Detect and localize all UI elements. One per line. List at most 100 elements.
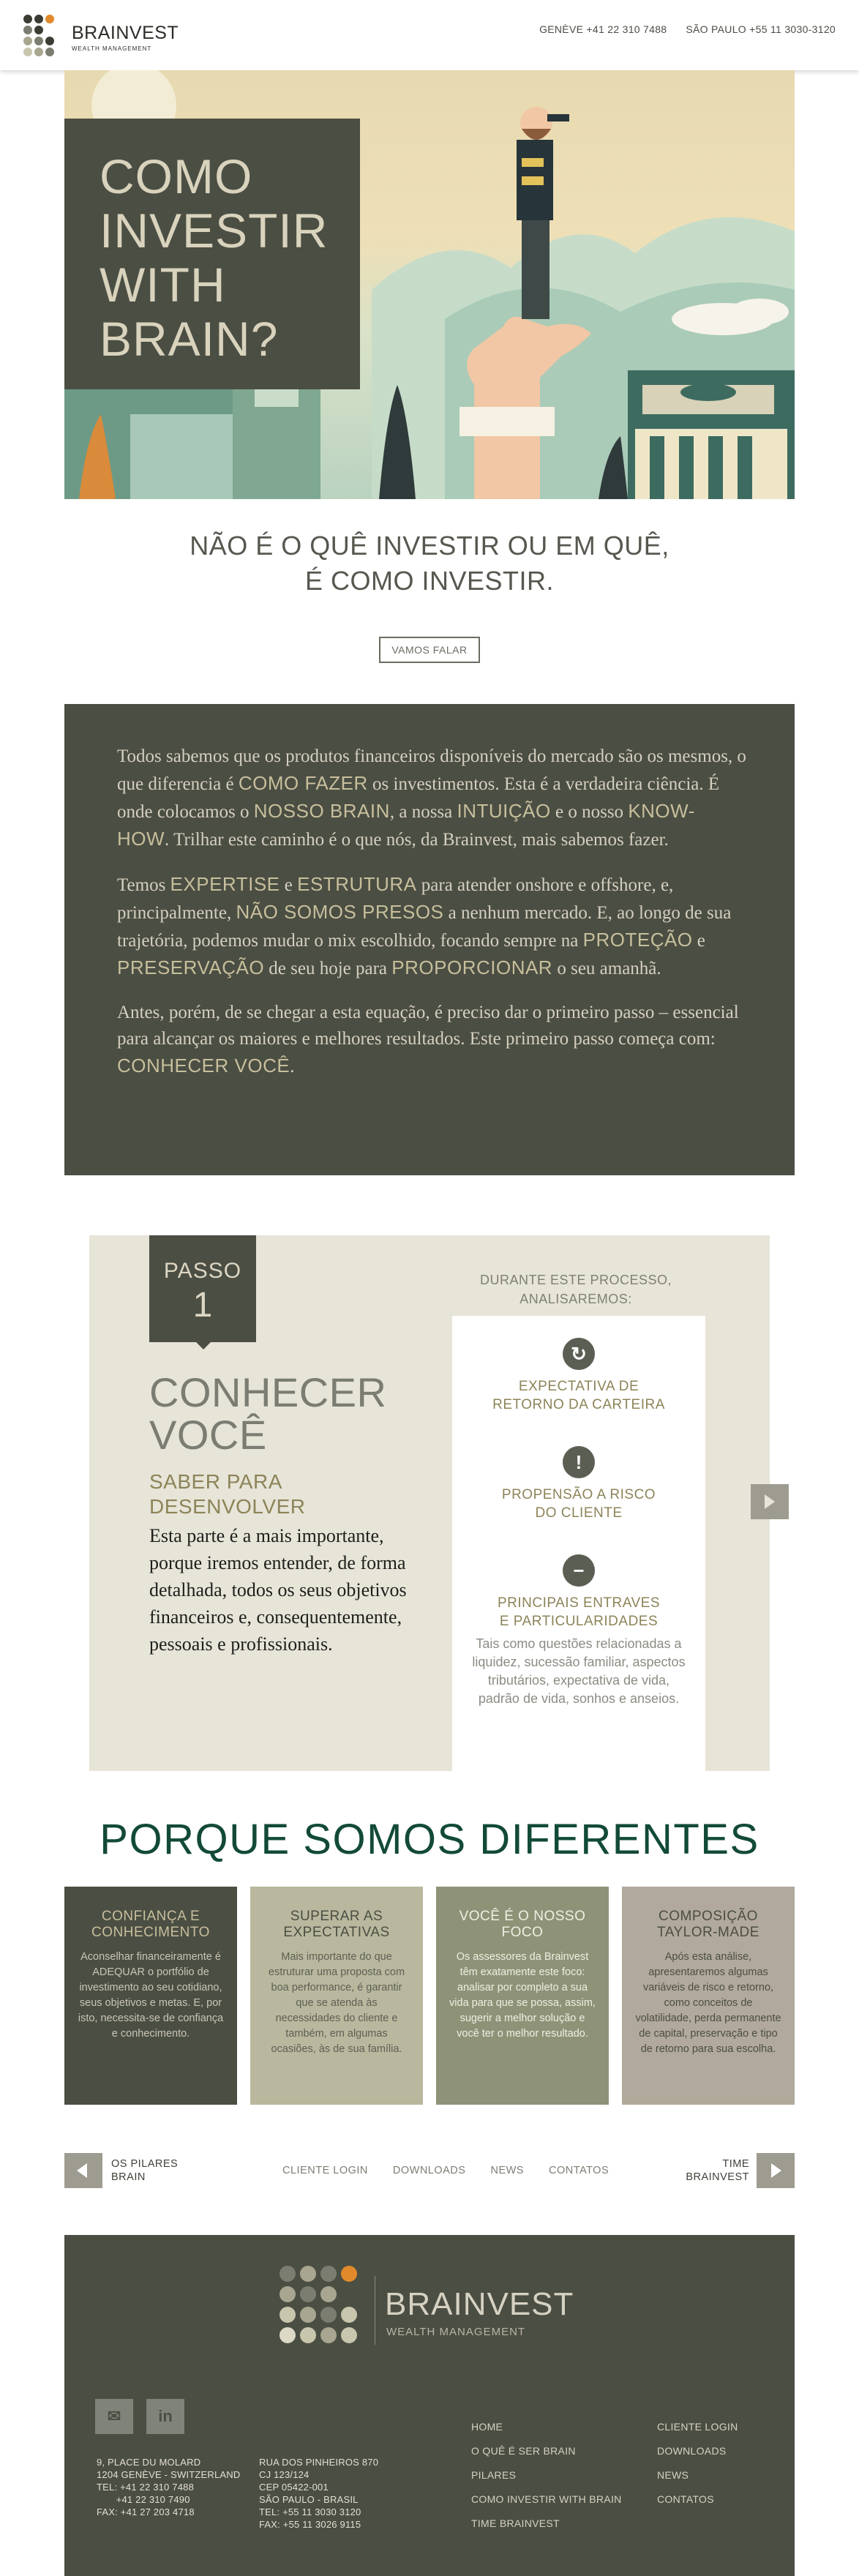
address-geneve: 9, PLACE DU MOLARD 1204 GENÈVE - SWITZER… xyxy=(97,2456,240,2518)
diferencial-card-description: Aconselhar financeiramente é ADEQUAR o p… xyxy=(78,1951,224,2040)
step-carousel: PASSO 1 CONHECER VOCÊ SABER PARA DESENVO… xyxy=(89,1235,770,1771)
address-line: CJ 123/124 xyxy=(259,2469,310,2480)
analysis-card: ↻ EXPECTATIVA DE RETORNO DA CARTEIRA ! P… xyxy=(452,1316,705,1771)
philosophy-text-block: Todos sabemos que os produtos financeiro… xyxy=(64,704,795,1175)
intro-statement: NÃO É O QUÊ INVESTIR OU EM QUÊ, É COMO I… xyxy=(0,528,859,599)
feature-title-line-2: RETORNO DA CARTEIRA xyxy=(492,1397,665,1412)
footer-link-como-investir[interactable]: COMO INVESTIR WITH BRAIN xyxy=(471,2487,622,2512)
prev-page-label-line-2: BRAIN xyxy=(111,2171,146,2183)
analysis-heading-line-1: DURANTE ESTE PROCESSO, xyxy=(479,1273,672,1287)
paragraph-3: Antes, porém, de se chegar a esta equaçã… xyxy=(117,1000,746,1080)
address-line: RUA DOS PINHEIROS 870 xyxy=(259,2457,379,2468)
feature-title-line-1: EXPECTATIVA DE xyxy=(518,1379,639,1394)
footer-link-time-brainvest[interactable]: TIME BRAINVEST xyxy=(471,2512,622,2536)
page-nav-links: CLIENTE LOGIN DOWNLOADS NEWS CONTATOS xyxy=(282,2165,609,2176)
p1-text-i: . Trilhar este caminho é o que nós, da B… xyxy=(165,830,669,850)
logo-mark-icon xyxy=(23,15,64,60)
brand-name: BRAINVEST xyxy=(72,23,179,43)
analysis-heading-line-2: ANALISAREMOS: xyxy=(519,1292,632,1306)
footer-link-news[interactable]: NEWS xyxy=(657,2463,738,2487)
footer-link-contatos[interactable]: CONTATOS xyxy=(657,2487,738,2512)
diferencial-card: SUPERAR AS EXPECTATIVAS Mais importante d… xyxy=(250,1887,423,2105)
footer-link-home[interactable]: HOME xyxy=(471,2415,622,2439)
analysis-heading: DURANTE ESTE PROCESSO, ANALISAREMOS: xyxy=(448,1270,704,1308)
intro-line-2: É COMO INVESTIR. xyxy=(304,566,555,596)
address-line: CEP 05422-001 xyxy=(259,2482,329,2493)
vamos-falar-button[interactable]: VAMOS FALAR xyxy=(379,637,480,663)
p2-highlight-nao-somos-presos: NÃO SOMOS PRESOS xyxy=(236,901,444,923)
footer-brand-name: BRAINVEST xyxy=(385,2286,574,2322)
next-page-button[interactable] xyxy=(757,2153,795,2188)
next-page-label-line-2: BRAINVEST xyxy=(686,2171,749,2183)
nav-link-news[interactable]: NEWS xyxy=(490,2165,524,2176)
footer-link-ser-brain[interactable]: O QUÊ É SER BRAIN xyxy=(471,2439,622,2463)
brand-logo[interactable]: BRAINVEST WEALTH MANAGEMENT xyxy=(23,15,179,60)
p2-text-a: Temos xyxy=(117,875,170,895)
step-subtitle-line-2: DESENVOLVER xyxy=(149,1495,306,1518)
step-badge-pointer xyxy=(196,1342,211,1349)
footer-link-cliente-login[interactable]: CLIENTE LOGIN xyxy=(657,2415,738,2439)
p2-highlight-expertise: EXPERTISE xyxy=(170,873,280,895)
diferencial-card-description: Mais importante do que estruturar uma pr… xyxy=(268,1951,405,2055)
address-line: 9, PLACE DU MOLARD xyxy=(97,2457,201,2468)
p1-text-e: , a nossa xyxy=(389,802,457,822)
diferencial-card-title: SUPERAR AS EXPECTATIVAS xyxy=(283,1909,390,1940)
address-line: TEL: +41 22 310 7488 xyxy=(97,2482,195,2493)
p2-highlight-proporcionar: PROPORCIONAR xyxy=(391,956,553,978)
footer-links-col-2: CLIENTE LOGIN DOWNLOADS NEWS CONTATOS xyxy=(657,2415,738,2512)
footer-link-downloads[interactable]: DOWNLOADS xyxy=(657,2439,738,2463)
p2-highlight-protecao: PROTEÇÃO xyxy=(582,929,693,951)
nav-link-cliente-login[interactable]: CLIENTE LOGIN xyxy=(282,2165,368,2176)
next-page-label-line-1: TIME xyxy=(722,2158,749,2170)
hero-title-box: COMO INVESTIR WITH BRAIN? xyxy=(64,119,360,389)
diferencial-card-title: CONFIANÇA E CONHECIMENTO xyxy=(91,1909,210,1940)
phone-geneve[interactable]: GENÈVE +41 22 310 7488 xyxy=(539,23,667,35)
feature-expectativa: ↻ EXPECTATIVA DE RETORNO DA CARTEIRA xyxy=(452,1338,705,1414)
diferencial-card-title: VOCÊ É O NOSSO FOCO xyxy=(459,1909,586,1940)
p2-text-m: o seu amanhã. xyxy=(552,959,661,978)
step-title-line-1: CONHECER xyxy=(149,1369,387,1415)
prev-page-button[interactable] xyxy=(64,2153,102,2188)
brand-subtitle: WEALTH MANAGEMENT xyxy=(72,45,152,52)
step-title-line-2: VOCÊ xyxy=(149,1412,267,1458)
feature-title-line-2: DO CLIENTE xyxy=(535,1505,623,1521)
footer-brand-subtitle: WEALTH MANAGEMENT xyxy=(386,2326,526,2338)
carousel-next-button[interactable] xyxy=(751,1484,789,1519)
p3-highlight-conhecer-voce: CONHECER VOCÊ xyxy=(117,1055,290,1077)
intro-line-1: NÃO É O QUÊ INVESTIR OU EM QUÊ, xyxy=(190,531,669,561)
paragraph-1: Todos sabemos que os produtos financeiro… xyxy=(117,744,746,853)
feature-description: Tais como questões relacionadas a liquid… xyxy=(472,1636,686,1706)
prev-page-label-line-1: OS PILARES xyxy=(111,2158,179,2170)
p1-text-g: e o nosso xyxy=(550,802,629,822)
phone-saopaulo[interactable]: SÃO PAULO +55 11 3030-3120 xyxy=(686,23,836,35)
nav-link-contatos[interactable]: CONTATOS xyxy=(549,2165,609,2176)
footer-link-pilares[interactable]: PILARES xyxy=(471,2463,622,2487)
refresh-icon: ↻ xyxy=(563,1338,595,1370)
address-line: +41 22 310 7490 xyxy=(97,2494,190,2505)
prev-page-label[interactable]: OS PILARES BRAIN xyxy=(111,2157,178,2184)
site-header: BRAINVEST WEALTH MANAGEMENT GENÈVE +41 2… xyxy=(0,0,859,70)
address-saopaulo: RUA DOS PINHEIROS 870 CJ 123/124 CEP 054… xyxy=(259,2456,378,2531)
diferencial-card: COMPOSIÇÃO TAYLOR-MADE Após esta análise,… xyxy=(622,1887,795,2105)
step-number: 1 xyxy=(192,1286,213,1325)
p2-highlight-estrutura: ESTRUTURA xyxy=(297,873,417,895)
linkedin-icon[interactable]: in xyxy=(146,2399,184,2434)
next-page-label[interactable]: TIME BRAINVEST xyxy=(673,2157,749,2184)
p2-text-i: e xyxy=(692,931,705,951)
p3-text-c: . xyxy=(290,1057,295,1077)
step-badge: PASSO 1 xyxy=(149,1235,256,1342)
email-icon[interactable]: ✉ xyxy=(95,2399,133,2434)
feature-title-line-1: PRINCIPAIS ENTRAVES xyxy=(497,1595,661,1611)
address-line: 1204 GENÈVE - SWITZERLAND xyxy=(97,2469,241,2480)
p1-highlight-nosso-brain: NOSSO BRAIN xyxy=(253,800,390,822)
feature-propensao: ! PROPENSÃO A RISCO DO CLIENTE xyxy=(452,1446,705,1522)
step-subtitle-line-1: SABER PARA xyxy=(149,1470,282,1493)
p1-highlight-como-fazer: COMO FAZER xyxy=(238,772,368,794)
nav-link-downloads[interactable]: DOWNLOADS xyxy=(393,2165,466,2176)
p2-text-c: e xyxy=(280,875,298,895)
exclamation-icon: ! xyxy=(563,1446,595,1478)
footer-links-col-1: HOME O QUÊ É SER BRAIN PILARES COMO INVE… xyxy=(471,2415,622,2536)
step-label: PASSO xyxy=(163,1259,242,1283)
p3-text-a: Antes, porém, de se chegar a esta equaçã… xyxy=(117,1003,739,1049)
minus-icon: − xyxy=(563,1554,595,1587)
